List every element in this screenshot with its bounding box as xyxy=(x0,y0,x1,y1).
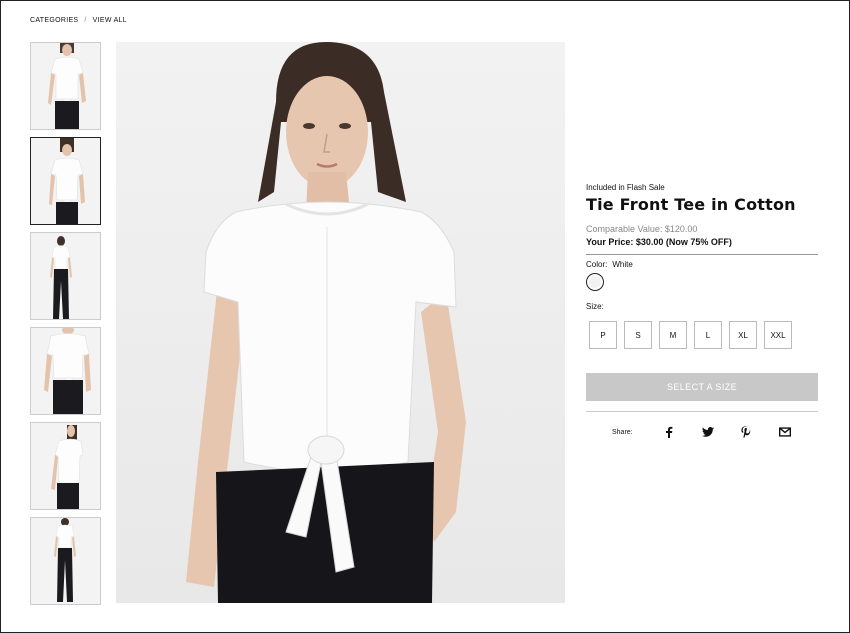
thumbnail-3-image xyxy=(31,233,100,319)
thumbnail-3[interactable] xyxy=(30,232,101,320)
main-product-image xyxy=(116,42,565,603)
breadcrumb: CATEGORIES / VIEW ALL xyxy=(30,17,127,24)
breadcrumb-categories[interactable]: CATEGORIES xyxy=(30,17,78,24)
thumbnail-6[interactable] xyxy=(30,517,101,605)
thumbnail-4-image xyxy=(31,328,100,414)
divider xyxy=(586,254,818,255)
size-option-s[interactable]: S xyxy=(624,321,652,349)
size-option-xl[interactable]: XL xyxy=(729,321,757,349)
select-size-button[interactable]: SELECT A SIZE xyxy=(586,373,818,401)
share-label: Share: xyxy=(612,428,633,436)
your-price: Your Price: $30.00 (Now 75% OFF) xyxy=(586,237,732,247)
thumbnail-2-image xyxy=(31,138,100,224)
size-option-l[interactable]: L xyxy=(694,321,722,349)
breadcrumb-view-all[interactable]: VIEW ALL xyxy=(93,17,127,24)
thumbnail-5-image xyxy=(31,423,100,509)
product-title: Tie Front Tee in Cotton xyxy=(586,195,796,214)
share-row: Share: xyxy=(586,426,818,438)
comparable-value: Comparable Value: $120.00 xyxy=(586,224,698,234)
size-option-m[interactable]: M xyxy=(659,321,687,349)
twitter-icon[interactable] xyxy=(701,426,714,438)
divider-share xyxy=(586,411,818,412)
thumbnail-2[interactable] xyxy=(30,137,101,225)
thumbnail-6-image xyxy=(31,518,100,604)
thumbnail-1-image xyxy=(31,43,100,129)
thumbnail-4[interactable] xyxy=(30,327,101,415)
breadcrumb-separator: / xyxy=(84,17,87,24)
pinterest-icon[interactable] xyxy=(741,426,752,438)
email-icon[interactable] xyxy=(778,426,791,438)
color-label: Color: xyxy=(586,260,608,269)
size-options: P S M L XL XXL xyxy=(589,321,818,349)
size-option-p[interactable]: P xyxy=(589,321,617,349)
color-row: Color: White xyxy=(586,260,818,269)
color-swatch-white[interactable] xyxy=(586,273,604,291)
size-label: Size: xyxy=(586,302,604,311)
size-option-xxl[interactable]: XXL xyxy=(764,321,792,349)
thumbnail-list xyxy=(30,42,101,612)
thumbnail-5[interactable] xyxy=(30,422,101,510)
facebook-icon[interactable] xyxy=(664,426,675,438)
flash-sale-label: Included in Flash Sale xyxy=(586,183,665,192)
thumbnail-1[interactable] xyxy=(30,42,101,130)
product-info: Included in Flash Sale Tie Front Tee in … xyxy=(586,183,818,438)
product-photo xyxy=(116,42,565,603)
color-value: White xyxy=(612,260,633,269)
